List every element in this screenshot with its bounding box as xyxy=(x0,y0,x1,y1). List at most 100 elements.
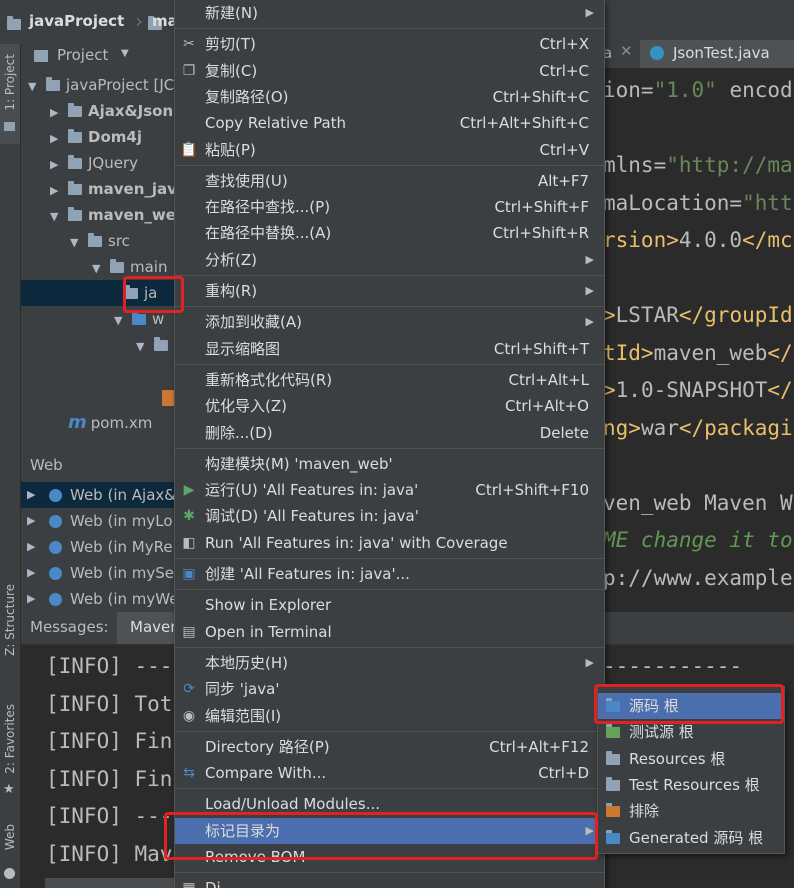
favorites-tool-tab[interactable]: 2: Favorites ★ xyxy=(0,704,20,804)
submenu-arrow-icon: ▶ xyxy=(585,6,594,19)
menu-item-shortcut: Ctrl+D xyxy=(538,764,589,783)
menu-item[interactable]: 复制路径(O) Ctrl+Shift+C xyxy=(175,84,604,110)
menu-item-label: Load/Unload Modules... xyxy=(205,795,381,814)
expand-arrow-icon[interactable]: ▶ xyxy=(27,482,35,508)
web-list-item[interactable]: ▶ Web (in mySe xyxy=(21,560,174,586)
submenu-item[interactable]: Test Resources 根 xyxy=(598,772,784,798)
breadcrumb-project[interactable]: javaProject xyxy=(29,12,124,30)
menu-item[interactable]: 构建模块(M) 'maven_web' xyxy=(175,451,604,477)
expand-arrow-icon[interactable]: ▼ xyxy=(70,230,82,256)
structure-tool-tab[interactable]: Z: Structure xyxy=(0,584,20,664)
close-icon[interactable]: ✕ xyxy=(620,42,633,60)
menu-item-shortcut: Alt+F7 xyxy=(537,171,589,190)
web-tool-tab[interactable]: Web xyxy=(0,824,20,884)
web-list-item[interactable]: ▶ Web (in MyRe xyxy=(21,534,174,560)
expand-arrow-icon[interactable]: ▶ xyxy=(27,534,35,560)
menu-item[interactable]: ✱ 调试(D) 'All Features in: java' xyxy=(175,503,604,529)
expand-arrow-icon[interactable]: ▼ xyxy=(92,256,104,282)
tree-item[interactable]: ▼ main xyxy=(21,254,174,280)
menu-item[interactable]: 重新格式化代码(R) Ctrl+Alt+L xyxy=(175,367,604,393)
tree-item[interactable]: ▼ src xyxy=(21,228,174,254)
menu-item[interactable]: ▣ 创建 'All Features in: java'... xyxy=(175,561,604,587)
tree-item[interactable]: ja xyxy=(21,280,174,306)
tree-item[interactable]: m pom.xm xyxy=(21,410,174,436)
structure-tool-label: Z: Structure xyxy=(3,584,17,656)
expand-arrow-icon[interactable]: ▶ xyxy=(27,586,35,612)
menu-item[interactable]: 删除...(D) Delete xyxy=(175,420,604,446)
menu-item[interactable]: Remove BOM xyxy=(175,844,604,870)
code-line: rsion>4.0.0</mc xyxy=(603,228,793,252)
tree-item[interactable]: ▶ JQuery xyxy=(21,150,174,176)
tree-item[interactable]: ▼ xyxy=(21,332,174,358)
code-token: </packagi xyxy=(678,415,793,440)
menu-item[interactable]: 重构(R) ▶ xyxy=(175,278,604,304)
menu-separator xyxy=(175,646,604,648)
menu-item[interactable]: 📋 粘贴(P) Ctrl+V xyxy=(175,137,604,163)
menu-item[interactable]: 新建(N) ▶ xyxy=(175,0,604,26)
menu-item[interactable]: ✂ 剪切(T) Ctrl+X xyxy=(175,31,604,57)
menu-item[interactable]: 分析(Z) ▶ xyxy=(175,247,604,273)
menu-item[interactable]: ❐ 复制(C) Ctrl+C xyxy=(175,58,604,84)
menu-item[interactable]: 在路径中查找...(P) Ctrl+Shift+F xyxy=(175,194,604,220)
menu-item[interactable]: Directory 路径(P) Ctrl+Alt+F12 xyxy=(175,734,604,760)
sync-icon: ⟳ xyxy=(183,681,195,698)
menu-item[interactable]: ⇆ Compare With... Ctrl+D xyxy=(175,760,604,786)
code-line: tId>maven_web</ xyxy=(603,341,793,365)
project-view-title[interactable]: Project xyxy=(57,46,108,64)
collapse-arrow-icon[interactable]: ▶ xyxy=(50,178,62,204)
menu-item[interactable]: ◉ 编辑范围(I) xyxy=(175,703,604,729)
tab-jsontest-label: JsonTest.java xyxy=(673,44,770,62)
menu-item[interactable]: Load/Unload Modules... xyxy=(175,791,604,817)
menu-item[interactable]: 添加到收藏(A) ▶ xyxy=(175,309,604,335)
code-token: tId> xyxy=(603,340,654,365)
menu-item[interactable]: 显示缩略图 Ctrl+Shift+T xyxy=(175,336,604,362)
code-token: ng> xyxy=(603,415,641,440)
expand-arrow-icon[interactable]: ▼ xyxy=(136,334,148,360)
tab-maven[interactable]: Maver xyxy=(117,612,177,644)
menu-item[interactable]: Copy Relative Path Ctrl+Alt+Shift+C xyxy=(175,110,604,136)
menu-item-shortcut: Ctrl+Shift+R xyxy=(492,224,589,243)
submenu-item[interactable]: 测试源 根 xyxy=(598,719,784,745)
collapse-arrow-icon[interactable]: ▶ xyxy=(50,126,62,152)
menu-item-shortcut: Ctrl+Alt+Shift+C xyxy=(459,114,589,133)
tree-item[interactable]: ▼ javaProject [JC xyxy=(21,72,174,98)
expand-arrow-icon[interactable]: ▼ xyxy=(28,74,40,100)
tree-item[interactable]: ▶ Ajax&Json xyxy=(21,98,174,124)
tree-item[interactable]: ▶ Dom4j xyxy=(21,124,174,150)
chevron-down-icon[interactable]: ▼ xyxy=(121,48,129,59)
menu-item[interactable]: 优化导入(Z) Ctrl+Alt+O xyxy=(175,393,604,419)
submenu-item[interactable]: 源码 根 xyxy=(598,693,784,719)
expand-arrow-icon[interactable]: ▼ xyxy=(50,204,62,230)
code-editor[interactable]: a ✕ JsonTest.java ion="1.0" encod mlns="h… xyxy=(603,40,794,612)
menu-item[interactable]: 标记目录为 ▶ xyxy=(175,817,604,844)
collapse-arrow-icon[interactable]: ▶ xyxy=(50,100,62,126)
web-list-item[interactable]: ▶ Web (in myLo xyxy=(21,508,174,534)
web-list-item[interactable]: ▶ Web (in Ajax& xyxy=(21,482,176,508)
submenu-item-label: Test Resources 根 xyxy=(629,775,760,794)
tree-item[interactable]: ▼ w xyxy=(21,306,174,332)
menu-item[interactable]: 在路径中替换...(A) Ctrl+Shift+R xyxy=(175,220,604,246)
tree-item[interactable]: ▶ maven_jav xyxy=(21,176,174,202)
submenu-arrow-icon: ▶ xyxy=(585,823,594,837)
submenu-item[interactable]: Resources 根 xyxy=(598,746,784,772)
menu-item[interactable]: ▦ Di xyxy=(175,875,604,888)
submenu-item[interactable]: 排除 xyxy=(598,798,784,824)
menu-item-label: 新建(N) xyxy=(205,4,258,22)
copy-icon: ❐ xyxy=(182,62,196,79)
menu-item[interactable]: ▶ 运行(U) 'All Features in: java' Ctrl+Shift… xyxy=(175,477,604,503)
menu-item[interactable]: ⟳ 同步 'java' xyxy=(175,676,604,702)
menu-item[interactable]: ◧ Run 'All Features in: java' with Covera… xyxy=(175,530,604,556)
web-list-item[interactable]: ▶ Web (in myWe xyxy=(21,586,178,612)
collapse-arrow-icon[interactable]: ▶ xyxy=(50,152,62,178)
menu-item[interactable]: 查找使用(U) Alt+F7 xyxy=(175,168,604,194)
expand-arrow-icon[interactable]: ▼ xyxy=(114,308,126,334)
tab-jsontest[interactable]: JsonTest.java xyxy=(640,40,794,68)
menu-item[interactable]: 本地历史(H) ▶ xyxy=(175,650,604,676)
tree-item[interactable]: ▼ maven_we xyxy=(21,202,174,228)
submenu-item[interactable]: Generated 源码 根 xyxy=(598,825,784,851)
expand-arrow-icon[interactable]: ▶ xyxy=(27,508,35,534)
menu-item[interactable]: ▤ Open in Terminal xyxy=(175,619,604,645)
expand-arrow-icon[interactable]: ▶ xyxy=(27,560,35,586)
menu-item[interactable]: Show in Explorer xyxy=(175,592,604,618)
debug-icon: ✱ xyxy=(183,508,195,525)
